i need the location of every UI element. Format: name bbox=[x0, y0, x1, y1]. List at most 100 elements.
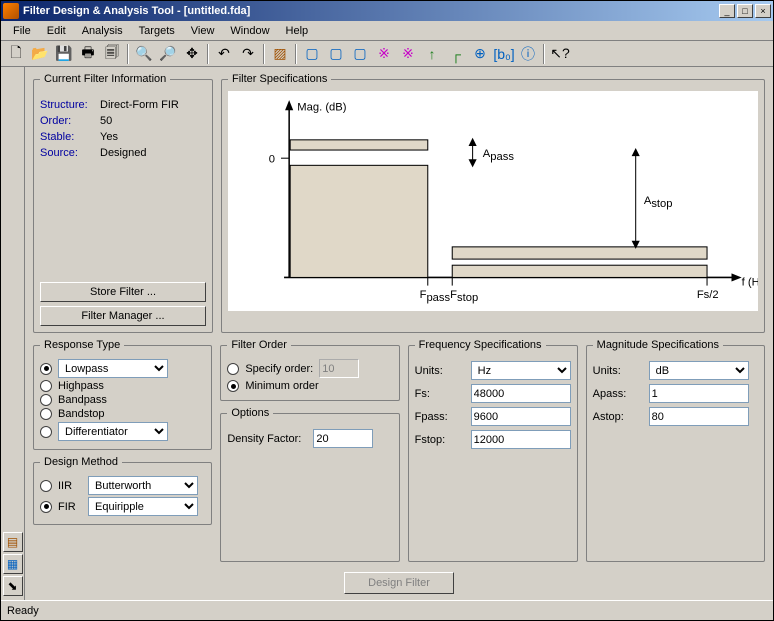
mag-units-select[interactable]: dB bbox=[649, 361, 749, 380]
mag-phase-icon[interactable]: ▢ bbox=[349, 43, 371, 65]
zoom-in-icon[interactable]: 🔍 bbox=[133, 43, 155, 65]
apass-label: Apass: bbox=[593, 388, 643, 400]
source-value: Designed bbox=[100, 147, 146, 159]
filter-info-icon[interactable]: ⓘ bbox=[517, 43, 539, 65]
step-response-icon[interactable]: ┌ bbox=[445, 43, 467, 65]
radio-bandpass[interactable] bbox=[40, 394, 52, 406]
iir-label: IIR bbox=[58, 480, 82, 492]
design-method-group: Design Method IIR Butterworth FIR Equiri… bbox=[33, 456, 212, 525]
bandpass-label: Bandpass bbox=[58, 394, 107, 406]
radio-differentiator[interactable] bbox=[40, 426, 52, 438]
radio-lowpass[interactable] bbox=[40, 363, 52, 375]
maximize-button[interactable]: □ bbox=[737, 4, 753, 18]
open-icon[interactable]: 📂 bbox=[29, 43, 51, 65]
fir-select[interactable]: Equiripple bbox=[88, 497, 198, 516]
source-label: Source: bbox=[40, 147, 100, 159]
response-type-legend: Response Type bbox=[40, 339, 124, 351]
minimum-order-label: Minimum order bbox=[245, 380, 318, 392]
menu-bar: File Edit Analysis Targets View Window H… bbox=[1, 21, 773, 41]
redo-icon[interactable]: ↷ bbox=[237, 43, 259, 65]
svg-text:Apass: Apass bbox=[483, 148, 515, 163]
mag-response-icon[interactable]: ▢ bbox=[301, 43, 323, 65]
radio-specify-order[interactable] bbox=[227, 363, 239, 375]
launch-realize-icon[interactable]: ▦ bbox=[3, 554, 23, 574]
impulse-response-icon[interactable]: ↑ bbox=[421, 43, 443, 65]
apass-input[interactable] bbox=[649, 384, 749, 403]
freq-units-select[interactable]: Hz bbox=[471, 361, 571, 380]
svg-text:Astop: Astop bbox=[644, 195, 673, 210]
filter-order-group: Filter Order Specify order: Minimum orde… bbox=[220, 339, 399, 401]
svg-text:Fstop: Fstop bbox=[450, 289, 478, 304]
fstop-input[interactable] bbox=[471, 430, 571, 449]
freq-spec-legend: Frequency Specifications bbox=[415, 339, 546, 351]
phase-response-icon[interactable]: ▢ bbox=[325, 43, 347, 65]
launch-polezero-icon[interactable]: ⬊ bbox=[3, 576, 23, 596]
pole-zero-icon[interactable]: ⊕ bbox=[469, 43, 491, 65]
menu-view[interactable]: View bbox=[183, 23, 223, 39]
print-preview-icon[interactable]: 🗐 bbox=[101, 43, 123, 65]
menu-edit[interactable]: Edit bbox=[39, 23, 74, 39]
specify-order-input bbox=[319, 359, 359, 378]
title-bar[interactable]: Filter Design & Analysis Tool - [untitle… bbox=[1, 1, 773, 21]
zoom-out-icon[interactable]: 🔎 bbox=[157, 43, 179, 65]
main-panel: Current Filter Information Structure:Dir… bbox=[25, 67, 773, 600]
save-icon[interactable]: 💾 bbox=[53, 43, 75, 65]
design-method-legend: Design Method bbox=[40, 456, 122, 468]
astop-label: Astop: bbox=[593, 411, 643, 423]
fs-input[interactable] bbox=[471, 384, 571, 403]
menu-window[interactable]: Window bbox=[222, 23, 277, 39]
radio-fir[interactable] bbox=[40, 501, 52, 513]
minimize-button[interactable]: _ bbox=[719, 4, 735, 18]
left-toolstrip: ▤ ▦ ⬊ bbox=[1, 67, 25, 600]
toolbar-sep-5 bbox=[543, 44, 545, 64]
undo-icon[interactable]: ↶ bbox=[213, 43, 235, 65]
freq-units-label: Units: bbox=[415, 365, 465, 377]
fstop-label: Fstop: bbox=[415, 434, 465, 446]
print-icon[interactable]: 🖶 bbox=[77, 43, 99, 65]
iir-select[interactable]: Butterworth bbox=[88, 476, 198, 495]
plot-ylabel: Mag. (dB) bbox=[297, 101, 346, 113]
mag-units-label: Units: bbox=[593, 365, 643, 377]
phase-delay-icon[interactable]: ※ bbox=[397, 43, 419, 65]
fpass-input[interactable] bbox=[471, 407, 571, 426]
filter-spec-plot: Mag. (dB) f (Hz) 0 bbox=[228, 91, 758, 311]
radio-minimum-order[interactable] bbox=[227, 380, 239, 392]
store-filter-button[interactable]: Store Filter ... bbox=[40, 282, 206, 302]
coefficients-icon[interactable]: [b₀] bbox=[493, 43, 515, 65]
options-legend: Options bbox=[227, 407, 273, 419]
radio-iir[interactable] bbox=[40, 480, 52, 492]
toolbar: 🗋 📂 💾 🖶 🗐 🔍 🔎 ✥ ↶ ↷ ▨ ▢ ▢ ▢ ※ ※ ↑ ┌ ⊕ [b… bbox=[1, 41, 773, 67]
differentiator-select[interactable]: Differentiator bbox=[58, 422, 168, 441]
client-area: ▤ ▦ ⬊ Current Filter Information Structu… bbox=[1, 67, 773, 600]
context-help-icon[interactable]: ↖? bbox=[549, 43, 571, 65]
menu-file[interactable]: File bbox=[5, 23, 39, 39]
filter-spec-icon[interactable]: ▨ bbox=[269, 43, 291, 65]
astop-input[interactable] bbox=[649, 407, 749, 426]
filter-manager-button[interactable]: Filter Manager ... bbox=[40, 306, 206, 326]
radio-bandstop[interactable] bbox=[40, 408, 52, 420]
mag-spec-group: Magnitude Specifications Units: dB Apass… bbox=[586, 339, 765, 562]
specify-order-label: Specify order: bbox=[245, 363, 313, 375]
lowpass-select[interactable]: Lowpass bbox=[58, 359, 168, 378]
menu-help[interactable]: Help bbox=[278, 23, 317, 39]
structure-label: Structure: bbox=[40, 99, 100, 111]
design-filter-button[interactable]: Design Filter bbox=[344, 572, 454, 594]
toolbar-sep bbox=[127, 44, 129, 64]
window-title: Filter Design & Analysis Tool - [untitle… bbox=[23, 5, 717, 17]
new-icon[interactable]: 🗋 bbox=[5, 43, 27, 65]
group-delay-icon[interactable]: ※ bbox=[373, 43, 395, 65]
close-button[interactable]: × bbox=[755, 4, 771, 18]
pan-icon[interactable]: ✥ bbox=[181, 43, 203, 65]
fpass-label: Fpass: bbox=[415, 411, 465, 423]
options-group: Options Density Factor: bbox=[220, 407, 399, 562]
app-icon bbox=[3, 3, 19, 19]
svg-text:Fpass: Fpass bbox=[420, 289, 451, 304]
response-type-group: Response Type Lowpass Highpass Bandpass … bbox=[33, 339, 212, 450]
density-factor-input[interactable] bbox=[313, 429, 373, 448]
filter-spec-legend: Filter Specifications bbox=[228, 73, 331, 85]
radio-highpass[interactable] bbox=[40, 380, 52, 392]
stable-value: Yes bbox=[100, 131, 118, 143]
launch-design-icon[interactable]: ▤ bbox=[3, 532, 23, 552]
menu-analysis[interactable]: Analysis bbox=[74, 23, 131, 39]
menu-targets[interactable]: Targets bbox=[131, 23, 183, 39]
